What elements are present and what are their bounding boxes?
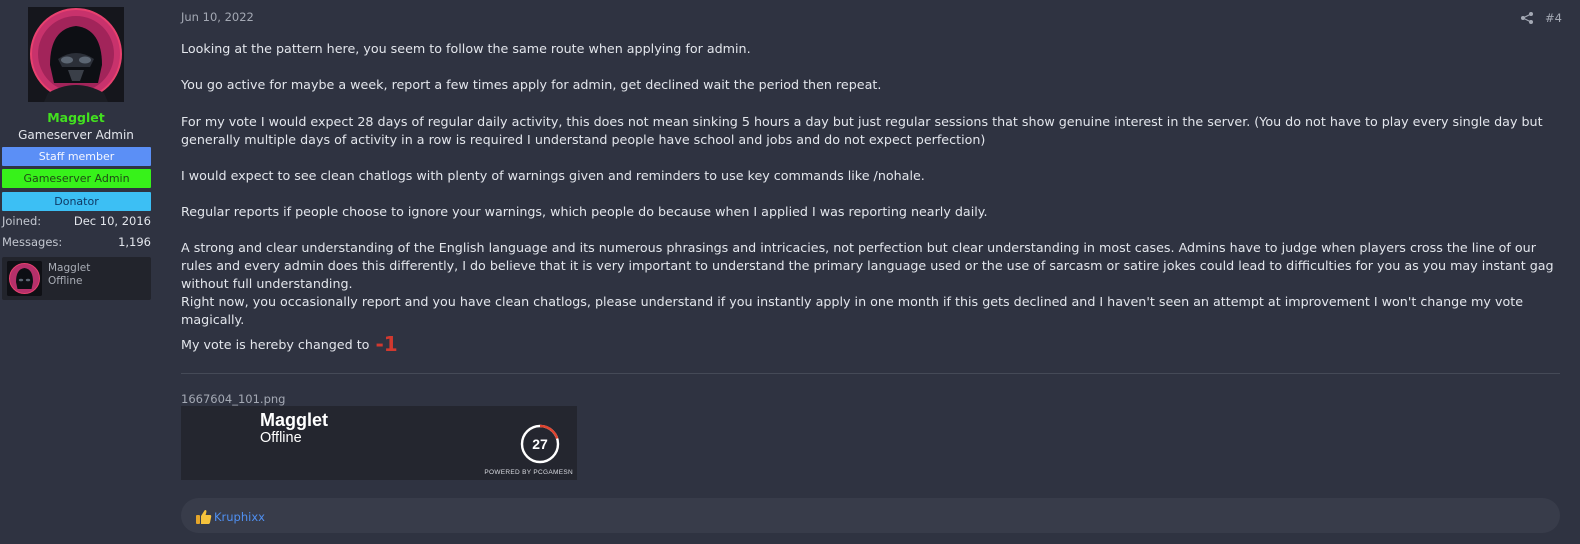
steam-card-status: Offline	[260, 430, 302, 446]
user-avatar[interactable]	[28, 7, 124, 102]
user-title: Gameserver Admin	[18, 128, 134, 142]
vote-line: My vote is hereby changed to -1	[181, 332, 1556, 356]
stat-messages-label: Messages:	[2, 235, 63, 249]
post-paragraph: I would expect to see clean chatlogs wit…	[181, 168, 925, 183]
stat-joined-value: Dec 10, 2016	[73, 214, 151, 228]
mini-avatar-image	[7, 261, 42, 296]
vote-text: My vote is hereby changed to	[181, 337, 370, 352]
post-paragraph: Right now, you occasionally report and y…	[181, 294, 1524, 327]
powered-by-label: POWERED BY PCGAMESN	[484, 469, 573, 476]
reactions-bar: Kruphixx	[181, 498, 1560, 533]
stat-messages-value[interactable]: 1,196	[118, 235, 151, 249]
post-divider	[181, 373, 1560, 374]
post-paragraph: A strong and clear understanding of the …	[181, 240, 1554, 291]
steam-profile-card[interactable]: Magglet Offline 27 POWERED BY PCGAMESN	[181, 406, 577, 480]
banner-staff-member: Staff member	[2, 147, 151, 166]
mini-card-name: Magglet	[48, 262, 91, 274]
post-date[interactable]: Jun 10, 2022	[181, 10, 254, 24]
post-paragraph: For my vote I would expect 28 days of re…	[181, 114, 1543, 147]
mini-avatar	[7, 261, 42, 296]
thumbs-up-icon[interactable]	[195, 508, 212, 525]
steam-level-ring-icon: 27	[520, 424, 560, 464]
banner-donator: Donator	[2, 192, 151, 211]
post-paragraph: Regular reports if people choose to igno…	[181, 204, 988, 219]
post-number[interactable]: #4	[1545, 11, 1562, 25]
steam-card-name: Magglet	[260, 410, 329, 430]
avatar-image	[28, 7, 124, 102]
mini-card-status: Offline	[48, 275, 83, 287]
steam-mini-card[interactable]: Magglet Offline	[2, 257, 151, 300]
username[interactable]: Magglet	[0, 110, 152, 125]
banner-gameserver-admin: Gameserver Admin	[2, 169, 151, 188]
share-icon[interactable]	[1520, 11, 1534, 25]
attachment-filename[interactable]: 1667604_101.png	[181, 392, 285, 406]
stat-joined-label: Joined:	[2, 214, 42, 228]
post-paragraph: You go active for maybe a week, report a…	[181, 77, 882, 92]
post-paragraph: Looking at the pattern here, you seem to…	[181, 41, 751, 56]
vote-value: -1	[375, 332, 398, 356]
reaction-user-link[interactable]: Kruphixx	[214, 510, 265, 524]
steam-level-value: 27	[532, 436, 548, 452]
